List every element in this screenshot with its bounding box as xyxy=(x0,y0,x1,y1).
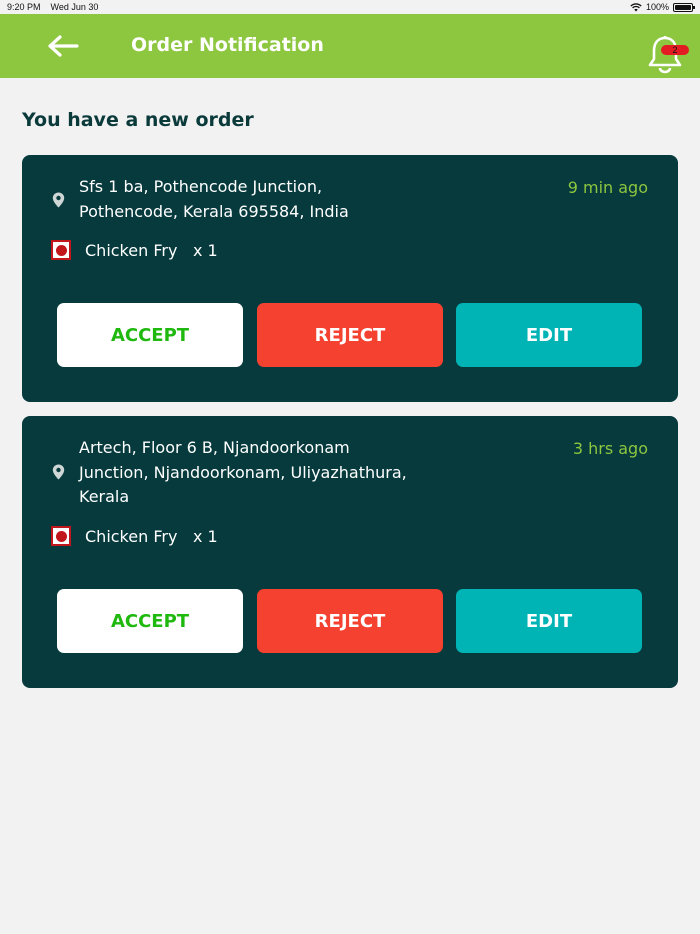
item-quantity: x 1 xyxy=(193,241,218,260)
item-name: Chicken Fry xyxy=(85,527,178,546)
reject-button[interactable]: REJECT xyxy=(257,303,443,367)
arrow-left-icon xyxy=(48,35,79,57)
order-address: Sfs 1 ba, Pothencode Junction, Pothencod… xyxy=(79,175,449,224)
address-line: Sfs 1 ba, Pothencode Junction, xyxy=(79,177,323,196)
status-right: 100% xyxy=(630,2,695,12)
location-pin-icon xyxy=(52,192,65,208)
edit-button[interactable]: EDIT xyxy=(456,303,642,367)
section-title: You have a new order xyxy=(22,109,254,131)
battery-icon xyxy=(673,2,695,12)
order-time: 3 hrs ago xyxy=(572,439,648,458)
battery-percent: 100% xyxy=(645,2,669,12)
item-quantity: x 1 xyxy=(193,527,218,546)
accept-button[interactable]: ACCEPT xyxy=(57,589,243,653)
address-line: Pothencode, Kerala 695584, India xyxy=(79,201,349,221)
status-bar: 9:20 PM Wed Jun 30 100% xyxy=(0,0,700,14)
address-line: Kerala xyxy=(79,487,130,506)
non-veg-icon xyxy=(51,240,71,260)
non-veg-icon xyxy=(51,526,71,546)
location-pin-icon xyxy=(52,464,65,480)
status-date: Wed Jun 30 xyxy=(50,2,99,12)
order-card: Artech, Floor 6 B, Njandoorkonam Junctio… xyxy=(22,416,678,688)
app-header: Order Notification 2 xyxy=(0,14,700,78)
address-line: Artech, Floor 6 B, Njandoorkonam xyxy=(79,438,350,457)
address-line: Junction, Njandoorkonam, Uliyazhathura, xyxy=(79,462,407,482)
status-left: 9:20 PM Wed Jun 30 xyxy=(7,2,98,12)
reject-button[interactable]: REJECT xyxy=(257,589,443,653)
notification-button[interactable]: 2 xyxy=(647,35,689,75)
status-time: 9:20 PM xyxy=(7,2,41,12)
order-card: Sfs 1 ba, Pothencode Junction, Pothencod… xyxy=(22,155,678,402)
order-address: Artech, Floor 6 B, Njandoorkonam Junctio… xyxy=(79,436,449,510)
notification-badge: 2 xyxy=(661,45,689,55)
back-button[interactable] xyxy=(46,34,80,58)
bell-icon xyxy=(648,35,682,74)
order-time: 9 min ago xyxy=(567,178,648,197)
item-name: Chicken Fry xyxy=(85,241,178,260)
edit-button[interactable]: EDIT xyxy=(456,589,642,653)
wifi-icon xyxy=(630,2,642,11)
accept-button[interactable]: ACCEPT xyxy=(57,303,243,367)
page-title: Order Notification xyxy=(131,34,324,56)
